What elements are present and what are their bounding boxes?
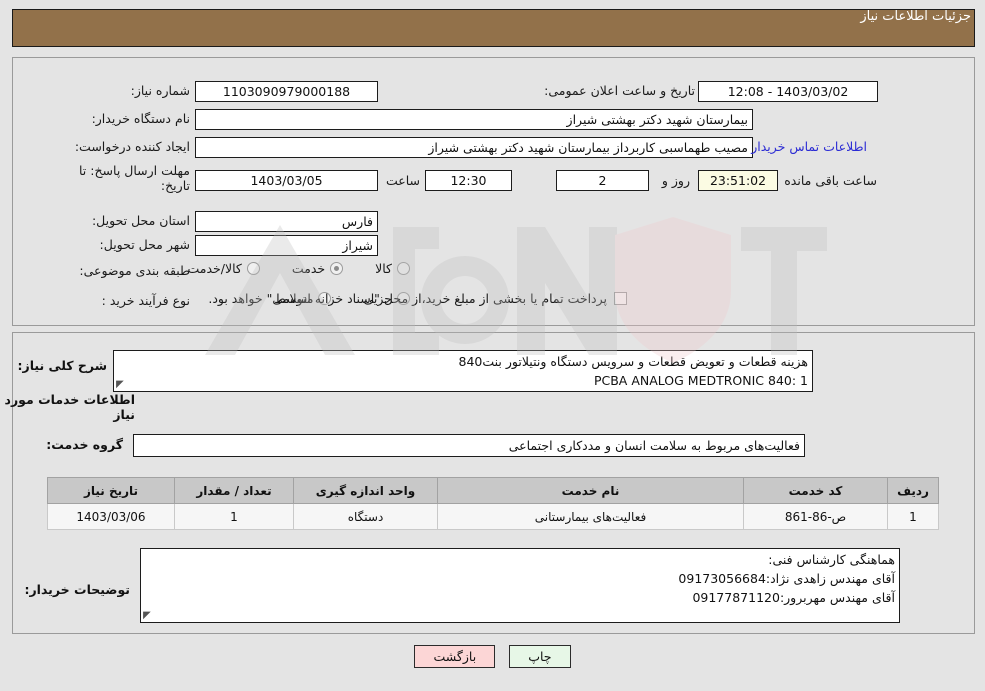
cell-need-date: 1403/03/06 [47, 503, 175, 530]
buyer-notes-label: توضیحات خریدار: [24, 582, 130, 597]
button-bar: بازگشت چاپ [0, 645, 985, 668]
category-option-kala-khedmat[interactable]: کالا/خدمت [187, 261, 260, 276]
buyer-notes-line-3: آقای مهندس مهربرور:09177871120 [692, 589, 895, 605]
resize-grip-icon[interactable]: ◥ [116, 379, 126, 390]
deadline-time-value: 12:30 [425, 170, 512, 191]
th-service-code: کد خدمت [743, 477, 888, 504]
buyer-contact-link[interactable]: اطلاعات تماس خریدار [751, 139, 867, 154]
cell-service-code: ص-86-861 [743, 503, 888, 530]
days-remaining-value: 2 [556, 170, 649, 191]
back-button[interactable]: بازگشت [414, 645, 496, 668]
buyer-notes-line-1: هماهنگی کارشناس فنی: [768, 552, 895, 567]
need-number-value: 1103090979000188 [195, 81, 378, 102]
summary-textarea[interactable]: هزینه قطعات و تعویض قطعات و سرویس دستگاه… [113, 350, 813, 392]
days-label: روز و [661, 173, 690, 188]
th-unit: واحد اندازه گیری [293, 477, 438, 504]
buyer-org-label: نام دستگاه خریدار: [91, 111, 190, 126]
category-label: طبقه بندی موضوعی: [79, 263, 190, 278]
need-number-label: شماره نیاز: [130, 83, 190, 98]
th-quantity: تعداد / مقدار [174, 477, 294, 504]
category-radio-group: کالا خدمت کالا/خدمت [187, 261, 410, 276]
category-option-label: کالا [375, 261, 392, 276]
province-row: استان محل تحویل: [92, 212, 190, 230]
summary-label: شرح کلی نیاز: [17, 358, 107, 373]
process-label: نوع فرآیند خرید : [101, 293, 190, 308]
hour-label: ساعت [385, 173, 420, 188]
radio-icon[interactable] [246, 262, 260, 275]
province-label: استان محل تحویل: [91, 213, 190, 228]
deadline-date-value: 1403/03/05 [195, 170, 378, 191]
summary-line-1: هزینه قطعات و تعویض قطعات و سرویس دستگاه… [458, 354, 808, 369]
announce-datetime-row: تاریخ و ساعت اعلان عمومی: [544, 82, 695, 100]
cell-unit: دستگاه [293, 503, 438, 530]
buyer-org-row: نام دستگاه خریدار: [92, 110, 190, 128]
checkbox-icon[interactable] [614, 292, 627, 305]
service-group-value: فعالیت‌های مربوط به سلامت انسان و مددکار… [133, 434, 805, 457]
table-header-row: ردیف کد خدمت نام خدمت واحد اندازه گیری ت… [47, 477, 939, 504]
announce-datetime-label: تاریخ و ساعت اعلان عمومی: [544, 83, 695, 98]
countdown-value: 23:51:02 [698, 170, 778, 191]
province-value: فارس [195, 211, 378, 232]
summary-line-2: PCBA ANALOG MEDTRONIC 840: 1 [593, 372, 808, 388]
cell-service-name: فعالیت‌های بیمارستانی [437, 503, 744, 530]
category-row: طبقه بندی موضوعی: [79, 262, 190, 280]
buyer-org-value: بیمارستان شهید دکتر بهشتی شیراز [195, 109, 753, 130]
service-group-label: گروه خدمت: [46, 437, 123, 452]
city-label: شهر محل تحویل: [99, 237, 190, 252]
category-option-label: خدمت [291, 261, 326, 276]
buyer-notes-line-2: آقای مهندس زاهدی نژاد:09173056684 [678, 570, 895, 586]
resize-grip-icon[interactable]: ◥ [143, 610, 153, 621]
buyer-notes-textarea[interactable]: هماهنگی کارشناس فنی: آقای مهندس زاهدی نژ… [140, 548, 900, 623]
need-number-row: شماره نیاز: [131, 82, 190, 100]
radio-icon[interactable] [330, 262, 344, 275]
th-service-name: نام خدمت [437, 477, 744, 504]
requester-row: ایجاد کننده درخواست: [75, 138, 190, 156]
announce-datetime-value: 1403/03/02 - 12:08 [698, 81, 878, 102]
category-option-khedmat[interactable]: خدمت [291, 261, 344, 276]
category-option-label: کالا/خدمت [187, 261, 242, 276]
city-value: شیراز [195, 235, 378, 256]
print-button[interactable]: چاپ [509, 645, 571, 668]
th-need-date: تاریخ نیاز [47, 477, 175, 504]
deadline-label-line1: مهلت ارسال پاسخ: تا [79, 163, 190, 178]
countdown-label: ساعت باقی مانده [784, 173, 877, 188]
treasury-checkbox-row[interactable]: پرداخت تمام یا بخشی از مبلغ خرید،از محل … [208, 291, 627, 306]
services-table: ردیف کد خدمت نام خدمت واحد اندازه گیری ت… [47, 477, 939, 530]
process-row: نوع فرآیند خرید : [102, 292, 190, 310]
deadline-label: مهلت ارسال پاسخ: تا تاریخ: [79, 163, 190, 193]
treasury-text: پرداخت تمام یا بخشی از مبلغ خرید،از محل … [208, 291, 607, 306]
table-row: 1 ص-86-861 فعالیت‌های بیمارستانی دستگاه … [47, 503, 939, 530]
category-option-kala[interactable]: کالا [375, 261, 410, 276]
requester-label: ایجاد کننده درخواست: [74, 139, 190, 154]
th-index: ردیف [887, 477, 939, 504]
deadline-label-line2: تاریخ: [160, 178, 190, 193]
page-root: جزئیات اطلاعات نیاز شماره نیاز: 11030909… [0, 0, 985, 691]
requester-value: مصیب طهماسبی کاربرداز بیمارستان شهید دکت… [195, 137, 753, 158]
page-header-bar [12, 9, 975, 47]
cell-quantity: 1 [174, 503, 294, 530]
city-row: شهر محل تحویل: [100, 236, 190, 254]
cell-index: 1 [887, 503, 939, 530]
page-title: جزئیات اطلاعات نیاز [860, 9, 971, 24]
radio-icon[interactable] [397, 262, 410, 275]
services-section-title: اطلاعات خدمات مورد نیاز [4, 392, 135, 422]
